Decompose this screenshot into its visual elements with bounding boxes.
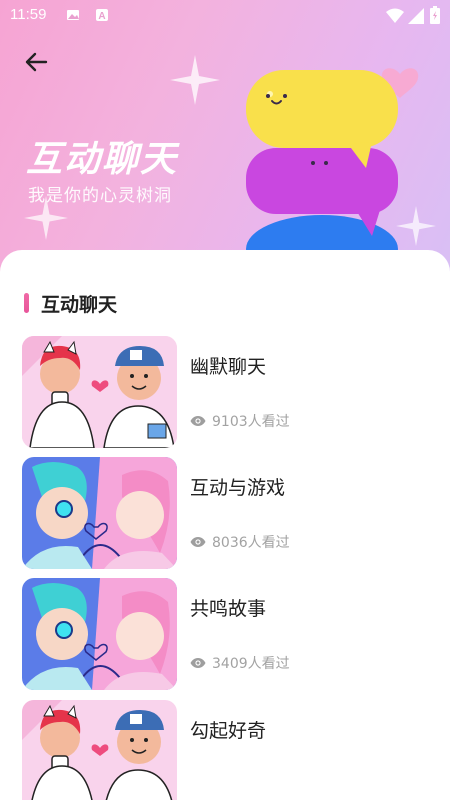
- item-thumbnail: [22, 700, 177, 800]
- item-views: 8036人看过: [190, 532, 290, 552]
- eye-icon: [190, 416, 206, 426]
- wifi-icon: [386, 8, 404, 23]
- item-view-count: 8036人看过: [212, 535, 290, 551]
- signal-icon: [408, 8, 424, 24]
- content-panel: 互动聊天 幽默聊天 9103人看过 互动与游戏 8036人看过 共鸣故事 340…: [0, 250, 450, 800]
- battery-icon: [430, 6, 440, 24]
- item-title: 勾起好奇: [190, 720, 267, 742]
- item-view-count: 9103人看过: [212, 414, 290, 430]
- hero-subtitle: 我是你的心灵树洞: [28, 186, 172, 206]
- item-thumbnail: [22, 336, 177, 448]
- item-thumbnail: [22, 578, 177, 690]
- list-item[interactable]: 幽默聊天 9103人看过: [22, 336, 432, 448]
- list-item[interactable]: 勾起好奇: [22, 700, 432, 800]
- item-title: 共鸣故事: [190, 598, 267, 620]
- svg-text:A: A: [98, 11, 105, 22]
- list-item[interactable]: 互动与游戏 8036人看过: [22, 457, 432, 569]
- item-thumbnail: [22, 457, 177, 569]
- section-accent-bar: [24, 293, 29, 313]
- back-arrow-icon: [25, 52, 48, 72]
- item-views: 3409人看过: [190, 653, 290, 673]
- section-title: 互动聊天: [41, 293, 118, 316]
- image-notification-icon: [67, 10, 79, 20]
- item-title: 幽默聊天: [190, 356, 267, 378]
- eye-icon: [190, 658, 206, 668]
- back-button[interactable]: [20, 46, 52, 78]
- section-header: 互动聊天: [24, 292, 118, 316]
- item-view-count: 3409人看过: [212, 656, 290, 672]
- item-views: 9103人看过: [190, 411, 290, 431]
- hero-banner: 11:59 A 互动聊天 我是你的心灵树洞: [0, 0, 450, 290]
- sparkle-decoration: [170, 55, 220, 105]
- a-notification-icon: A: [96, 9, 108, 22]
- status-time: 11:59: [10, 6, 47, 23]
- hero-title: 互动聊天: [26, 139, 179, 180]
- status-bar: 11:59 A: [0, 0, 450, 30]
- item-title: 互动与游戏: [190, 477, 286, 499]
- list-item[interactable]: 共鸣故事 3409人看过: [22, 578, 432, 690]
- eye-icon: [190, 537, 206, 547]
